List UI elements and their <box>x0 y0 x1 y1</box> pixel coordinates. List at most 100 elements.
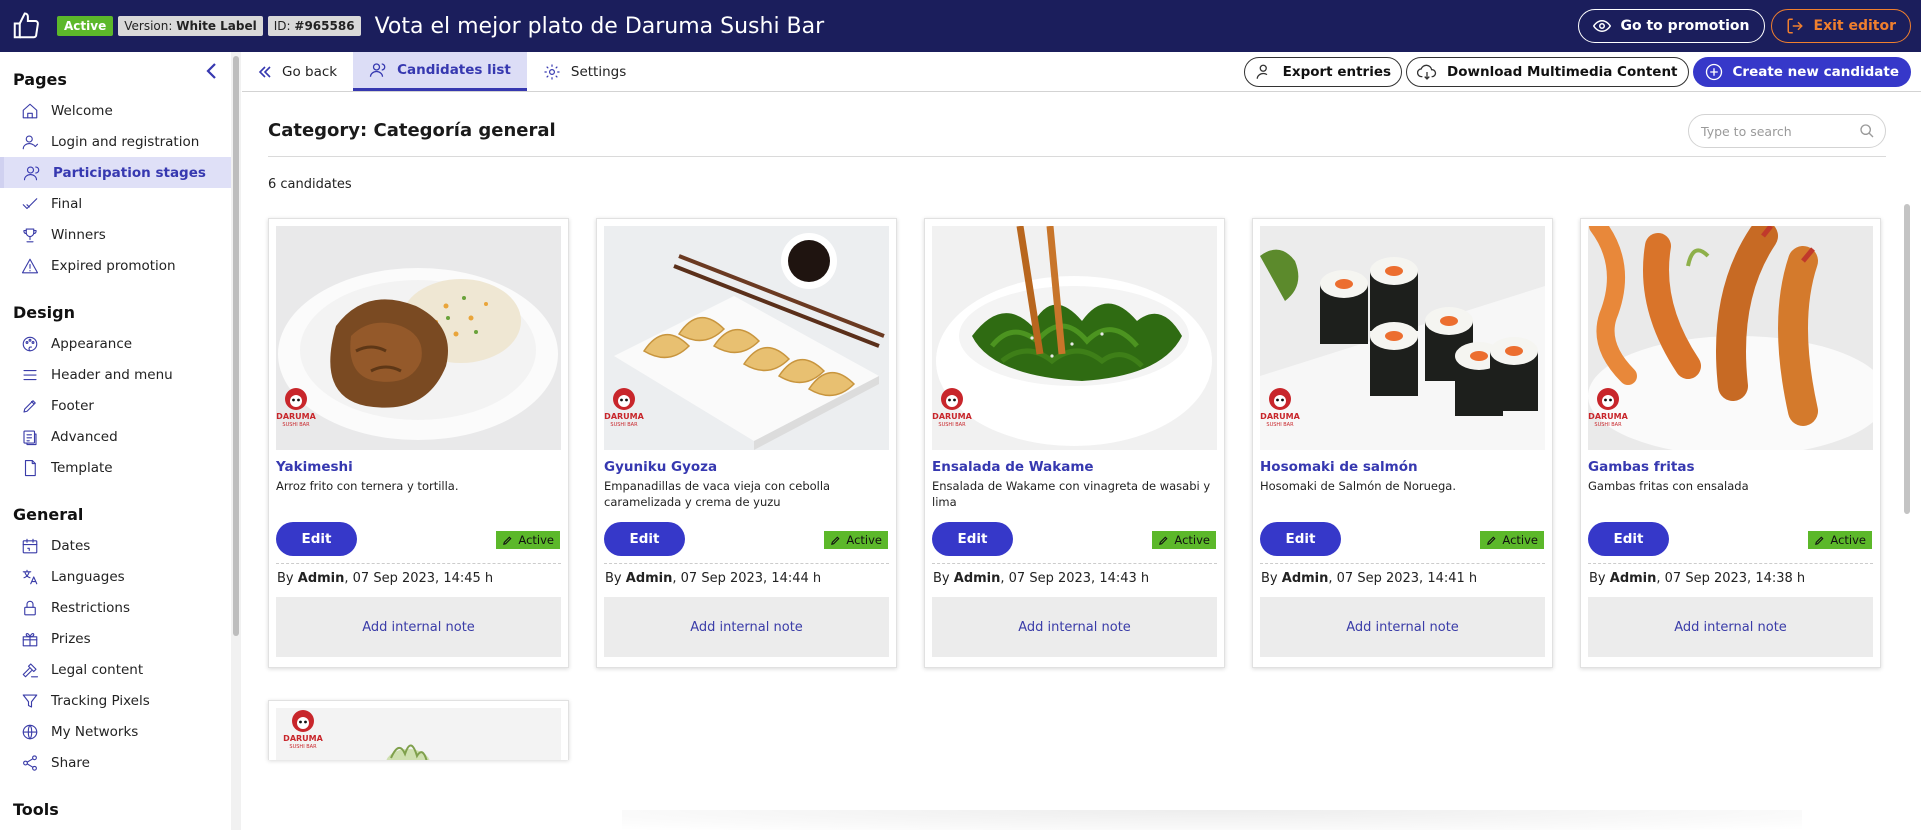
status-badge[interactable]: Active <box>1808 531 1872 549</box>
status-badge: Active <box>57 16 114 36</box>
users-icon <box>369 61 387 79</box>
candidate-card[interactable]: DARUMA SUSHI BAR Gyuniku Gyoza Empanadil… <box>596 218 897 668</box>
sidebar-item-share[interactable]: Share <box>0 747 231 778</box>
candidate-card[interactable]: DARUMA SUSHI BAR Ensalada de Wakame Ensa… <box>924 218 1225 668</box>
candidate-count: 6 candidates <box>268 177 352 192</box>
edit-button[interactable]: Edit <box>604 522 685 556</box>
main-scrollbar[interactable] <box>1902 204 1912 604</box>
sidebar-item-winners[interactable]: Winners <box>0 219 231 250</box>
sidebar-item-final[interactable]: Final <box>0 188 231 219</box>
export-entries-label: Export entries <box>1282 64 1392 80</box>
candidate-author: Admin <box>1609 571 1657 586</box>
main-scroll-thumb[interactable] <box>1904 204 1910 514</box>
candidate-name[interactable]: Gyuniku Gyoza <box>604 459 717 475</box>
sidebar-item-template[interactable]: Template <box>0 452 231 483</box>
download-multimedia-label: Download Multimedia Content <box>1447 64 1678 80</box>
export-entries-button[interactable]: Export entries <box>1243 57 1403 87</box>
candidate-card[interactable]: DARUMA SUSHI BAR Gambas fritas Gambas fr… <box>1580 218 1881 668</box>
candidate-name[interactable]: Gambas fritas <box>1588 459 1695 475</box>
user-export-icon <box>1255 63 1273 81</box>
sidebar-item-my-networks[interactable]: My Networks <box>0 716 231 747</box>
pen-icon <box>21 397 39 415</box>
share-icon <box>21 754 39 772</box>
sidebar-item-header-and-menu[interactable]: Header and menu <box>0 359 231 390</box>
sidebar-item-tracking-pixels[interactable]: Tracking Pixels <box>0 685 231 716</box>
sidebar-item-languages[interactable]: Languages <box>0 561 231 592</box>
download-multimedia-button[interactable]: Download Multimedia Content <box>1406 57 1689 87</box>
sidebar-section-title: Pages <box>13 70 67 89</box>
edit-button[interactable]: Edit <box>1260 522 1341 556</box>
create-candidate-label: Create new candidate <box>1732 64 1899 80</box>
candidate-date: , 07 Sep 2023, 14:43 h <box>1000 571 1150 586</box>
go-to-promotion-button[interactable]: Go to promotion <box>1577 9 1765 43</box>
sidebar-item-footer[interactable]: Footer <box>0 390 231 421</box>
sidebar-scroll-thumb[interactable] <box>233 56 239 636</box>
status-badge[interactable]: Active <box>496 531 560 549</box>
candidate-card-partial[interactable]: DARUMA SUSHI BAR <box>268 700 569 760</box>
daruma-brand-sub: SUSHI BAR <box>1594 422 1622 428</box>
add-internal-note-button[interactable]: Add internal note <box>1588 597 1873 657</box>
edit-button[interactable]: Edit <box>276 522 357 556</box>
edit-button[interactable]: Edit <box>932 522 1013 556</box>
status-badge[interactable]: Active <box>1480 531 1544 549</box>
exit-editor-button[interactable]: Exit editor <box>1770 9 1911 43</box>
add-internal-note-button[interactable]: Add internal note <box>276 597 561 657</box>
fried-rice-plate-image <box>276 226 561 450</box>
sidebar-item-label: My Networks <box>51 723 139 740</box>
candidate-date: , 07 Sep 2023, 14:38 h <box>1656 571 1806 586</box>
go-back-tab[interactable]: Go back <box>242 52 353 91</box>
sidebar-item-expired-promotion[interactable]: Expired promotion <box>0 250 231 281</box>
sidebar-item-legal-content[interactable]: Legal content <box>0 654 231 685</box>
add-internal-note-button[interactable]: Add internal note <box>1260 597 1545 657</box>
tab-settings[interactable]: Settings <box>527 52 642 91</box>
search-icon[interactable] <box>1859 123 1875 139</box>
status-badge[interactable]: Active <box>1152 531 1216 549</box>
candidate-name[interactable]: Yakimeshi <box>276 459 353 475</box>
edit-button[interactable]: Edit <box>1588 522 1669 556</box>
top-bar: Active Version: White Label ID: #965586 … <box>0 0 1921 52</box>
candidate-meta: By Admin, 07 Sep 2023, 14:44 h <box>605 571 821 586</box>
title-divider <box>268 156 1886 157</box>
create-candidate-button[interactable]: Create new candidate <box>1692 57 1911 87</box>
cloud-download-icon <box>1417 63 1437 81</box>
sidebar-item-restrictions[interactable]: Restrictions <box>0 592 231 623</box>
candidate-image <box>1260 226 1545 450</box>
palette-icon <box>21 335 39 353</box>
sidebar-item-appearance[interactable]: Appearance <box>0 328 231 359</box>
sidebar-scrollbar[interactable] <box>231 52 241 830</box>
filter-icon <box>21 692 39 710</box>
plus-circle-icon <box>1705 63 1723 81</box>
version-badge: Version: White Label <box>118 16 263 36</box>
daruma-logo-icon: DARUMA SUSHI BAR <box>1588 385 1628 433</box>
calendar-icon <box>21 537 39 555</box>
pencil-icon <box>1486 535 1497 546</box>
sidebar-item-dates[interactable]: Dates <box>0 530 231 561</box>
candidate-name[interactable]: Ensalada de Wakame <box>932 459 1094 475</box>
search-input[interactable]: Type to search <box>1688 114 1886 148</box>
status-badge[interactable]: Active <box>824 531 888 549</box>
sidebar-item-participation-stages[interactable]: Participation stages <box>0 157 231 188</box>
settings-label: Settings <box>570 63 627 80</box>
category-title: Category: Categoría general <box>268 120 556 141</box>
status-label: Active <box>1174 533 1210 547</box>
candidate-date: , 07 Sep 2023, 14:44 h <box>672 571 822 586</box>
sidebar-item-prizes[interactable]: Prizes <box>0 623 231 654</box>
warning-icon <box>21 257 39 275</box>
collapse-sidebar-icon[interactable] <box>204 62 220 80</box>
add-internal-note-button[interactable]: Add internal note <box>604 597 889 657</box>
sidebar-item-welcome[interactable]: Welcome <box>0 95 231 126</box>
candidate-name[interactable]: Hosomaki de salmón <box>1260 459 1418 475</box>
id-badge: ID: #965586 <box>267 16 361 36</box>
tab-candidates-list[interactable]: Candidates list <box>353 52 527 91</box>
add-internal-note-button[interactable]: Add internal note <box>932 597 1217 657</box>
sidebar: Pages Welcome Login and registration Par… <box>0 52 232 830</box>
candidate-card[interactable]: DARUMA SUSHI BAR Hosomaki de salmón Hoso… <box>1252 218 1553 668</box>
candidate-card[interactable]: DARUMA SUSHI BAR Yakimeshi Arroz frito c… <box>268 218 569 668</box>
sidebar-item-label: Template <box>51 459 113 476</box>
sidebar-item-label: Winners <box>51 226 106 243</box>
menu-icon <box>21 366 39 384</box>
sidebar-item-advanced[interactable]: Advanced <box>0 421 231 452</box>
sidebar-item-login-and-registration[interactable]: Login and registration <box>0 126 231 157</box>
by-label: By <box>933 571 950 586</box>
card-divider <box>604 563 889 564</box>
